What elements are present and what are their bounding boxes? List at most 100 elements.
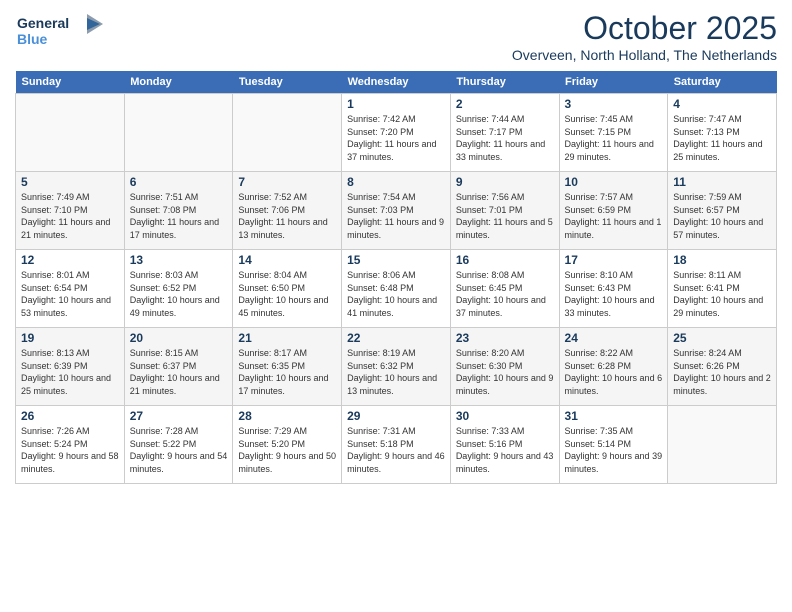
col-saturday: Saturday <box>668 71 777 94</box>
day-number: 30 <box>456 409 554 423</box>
day-info: Sunrise: 8:15 AMSunset: 6:37 PMDaylight:… <box>130 347 228 397</box>
day-number: 15 <box>347 253 445 267</box>
day-number: 27 <box>130 409 228 423</box>
month-title: October 2025 <box>512 10 777 47</box>
day-number: 16 <box>456 253 554 267</box>
calendar-cell: 15 Sunrise: 8:06 AMSunset: 6:48 PMDayligh… <box>342 250 451 328</box>
logo-icon: General Blue <box>15 10 105 50</box>
day-info: Sunrise: 7:49 AMSunset: 7:10 PMDaylight:… <box>21 191 119 241</box>
title-block: October 2025 Overveen, North Holland, Th… <box>512 10 777 63</box>
day-info: Sunrise: 8:08 AMSunset: 6:45 PMDaylight:… <box>456 269 554 319</box>
day-info: Sunrise: 8:19 AMSunset: 6:32 PMDaylight:… <box>347 347 445 397</box>
col-tuesday: Tuesday <box>233 71 342 94</box>
day-number: 7 <box>238 175 336 189</box>
day-number: 26 <box>21 409 119 423</box>
calendar-cell: 4Sunrise: 7:47 AMSunset: 7:13 PMDaylight… <box>668 94 777 172</box>
calendar-header-row: Sunday Monday Tuesday Wednesday Thursday… <box>16 71 777 94</box>
day-info: Sunrise: 7:35 AMSunset: 5:14 PMDaylight:… <box>565 425 663 475</box>
day-info: Sunrise: 7:52 AMSunset: 7:06 PMDaylight:… <box>238 191 336 241</box>
calendar-cell: 31 Sunrise: 7:35 AMSunset: 5:14 PMDayligh… <box>559 406 668 484</box>
calendar-cell: 1Sunrise: 7:42 AMSunset: 7:20 PMDaylight… <box>342 94 451 172</box>
day-number: 1 <box>347 97 445 111</box>
calendar-cell: 6Sunrise: 7:51 AMSunset: 7:08 PMDaylight… <box>124 172 233 250</box>
calendar-table: Sunday Monday Tuesday Wednesday Thursday… <box>15 71 777 484</box>
calendar-week-1: 5 Sunrise: 7:49 AMSunset: 7:10 PMDaylight… <box>16 172 777 250</box>
day-number: 25 <box>673 331 771 345</box>
day-info: Sunrise: 8:17 AMSunset: 6:35 PMDaylight:… <box>238 347 336 397</box>
day-info: Sunrise: 7:26 AMSunset: 5:24 PMDaylight:… <box>21 425 119 475</box>
day-number: 3 <box>565 97 663 111</box>
calendar-cell: 14 Sunrise: 8:04 AMSunset: 6:50 PMDayligh… <box>233 250 342 328</box>
calendar-cell: 19 Sunrise: 8:13 AMSunset: 6:39 PMDayligh… <box>16 328 125 406</box>
day-info: Sunrise: 8:10 AMSunset: 6:43 PMDaylight:… <box>565 269 663 319</box>
day-info: Sunrise: 7:56 AMSunset: 7:01 PMDaylight:… <box>456 191 554 241</box>
calendar-cell: 5 Sunrise: 7:49 AMSunset: 7:10 PMDaylight… <box>16 172 125 250</box>
calendar-cell <box>124 94 233 172</box>
day-number: 5 <box>21 175 119 189</box>
day-info: Sunrise: 8:20 AMSunset: 6:30 PMDaylight:… <box>456 347 554 397</box>
col-wednesday: Wednesday <box>342 71 451 94</box>
calendar-cell: 23 Sunrise: 8:20 AMSunset: 6:30 PMDayligh… <box>450 328 559 406</box>
day-info: Sunrise: 7:45 AMSunset: 7:15 PMDaylight:… <box>565 113 663 163</box>
day-number: 4 <box>673 97 771 111</box>
calendar-cell: 10Sunrise: 7:57 AMSunset: 6:59 PMDayligh… <box>559 172 668 250</box>
day-info: Sunrise: 7:51 AMSunset: 7:08 PMDaylight:… <box>130 191 228 241</box>
col-monday: Monday <box>124 71 233 94</box>
calendar-cell: 25Sunrise: 8:24 AMSunset: 6:26 PMDayligh… <box>668 328 777 406</box>
calendar-cell <box>233 94 342 172</box>
page: General Blue October 2025 Overveen, Nort… <box>0 0 792 612</box>
calendar-cell: 24 Sunrise: 8:22 AMSunset: 6:28 PMDayligh… <box>559 328 668 406</box>
day-number: 20 <box>130 331 228 345</box>
day-info: Sunrise: 7:59 AMSunset: 6:57 PMDaylight:… <box>673 191 771 241</box>
calendar-cell: 9 Sunrise: 7:56 AMSunset: 7:01 PMDaylight… <box>450 172 559 250</box>
calendar-cell: 2 Sunrise: 7:44 AMSunset: 7:17 PMDaylight… <box>450 94 559 172</box>
day-info: Sunrise: 8:11 AMSunset: 6:41 PMDaylight:… <box>673 269 771 319</box>
header: General Blue October 2025 Overveen, Nort… <box>15 10 777 63</box>
day-number: 9 <box>456 175 554 189</box>
day-info: Sunrise: 7:44 AMSunset: 7:17 PMDaylight:… <box>456 113 554 163</box>
col-friday: Friday <box>559 71 668 94</box>
day-info: Sunrise: 7:28 AMSunset: 5:22 PMDaylight:… <box>130 425 228 475</box>
calendar-cell: 21 Sunrise: 8:17 AMSunset: 6:35 PMDayligh… <box>233 328 342 406</box>
day-info: Sunrise: 8:01 AMSunset: 6:54 PMDaylight:… <box>21 269 119 319</box>
day-info: Sunrise: 7:31 AMSunset: 5:18 PMDaylight:… <box>347 425 445 475</box>
calendar-week-4: 26 Sunrise: 7:26 AMSunset: 5:24 PMDayligh… <box>16 406 777 484</box>
day-info: Sunrise: 7:29 AMSunset: 5:20 PMDaylight:… <box>238 425 336 475</box>
calendar-cell: 22 Sunrise: 8:19 AMSunset: 6:32 PMDayligh… <box>342 328 451 406</box>
calendar-cell <box>668 406 777 484</box>
calendar-cell: 7 Sunrise: 7:52 AMSunset: 7:06 PMDaylight… <box>233 172 342 250</box>
day-number: 31 <box>565 409 663 423</box>
day-number: 13 <box>130 253 228 267</box>
calendar-week-0: 1Sunrise: 7:42 AMSunset: 7:20 PMDaylight… <box>16 94 777 172</box>
day-info: Sunrise: 8:06 AMSunset: 6:48 PMDaylight:… <box>347 269 445 319</box>
calendar-cell: 17 Sunrise: 8:10 AMSunset: 6:43 PMDayligh… <box>559 250 668 328</box>
calendar-cell: 8Sunrise: 7:54 AMSunset: 7:03 PMDaylight… <box>342 172 451 250</box>
day-number: 22 <box>347 331 445 345</box>
day-info: Sunrise: 7:33 AMSunset: 5:16 PMDaylight:… <box>456 425 554 475</box>
day-info: Sunrise: 8:22 AMSunset: 6:28 PMDaylight:… <box>565 347 663 397</box>
calendar-cell: 18 Sunrise: 8:11 AMSunset: 6:41 PMDayligh… <box>668 250 777 328</box>
calendar-cell: 28Sunrise: 7:29 AMSunset: 5:20 PMDayligh… <box>233 406 342 484</box>
day-info: Sunrise: 8:03 AMSunset: 6:52 PMDaylight:… <box>130 269 228 319</box>
calendar-cell: 13 Sunrise: 8:03 AMSunset: 6:52 PMDayligh… <box>124 250 233 328</box>
day-number: 14 <box>238 253 336 267</box>
svg-text:Blue: Blue <box>17 31 48 47</box>
day-info: Sunrise: 8:04 AMSunset: 6:50 PMDaylight:… <box>238 269 336 319</box>
day-number: 19 <box>21 331 119 345</box>
day-number: 24 <box>565 331 663 345</box>
day-number: 18 <box>673 253 771 267</box>
day-info: Sunrise: 8:13 AMSunset: 6:39 PMDaylight:… <box>21 347 119 397</box>
calendar-week-2: 12 Sunrise: 8:01 AMSunset: 6:54 PMDayligh… <box>16 250 777 328</box>
calendar-cell: 26 Sunrise: 7:26 AMSunset: 5:24 PMDayligh… <box>16 406 125 484</box>
day-number: 2 <box>456 97 554 111</box>
day-number: 17 <box>565 253 663 267</box>
day-number: 21 <box>238 331 336 345</box>
day-number: 29 <box>347 409 445 423</box>
day-number: 12 <box>21 253 119 267</box>
calendar-cell: 20 Sunrise: 8:15 AMSunset: 6:37 PMDayligh… <box>124 328 233 406</box>
day-info: Sunrise: 7:57 AMSunset: 6:59 PMDaylight:… <box>565 191 663 241</box>
day-number: 23 <box>456 331 554 345</box>
calendar-cell: 27 Sunrise: 7:28 AMSunset: 5:22 PMDayligh… <box>124 406 233 484</box>
day-info: Sunrise: 7:54 AMSunset: 7:03 PMDaylight:… <box>347 191 445 241</box>
calendar-cell <box>16 94 125 172</box>
